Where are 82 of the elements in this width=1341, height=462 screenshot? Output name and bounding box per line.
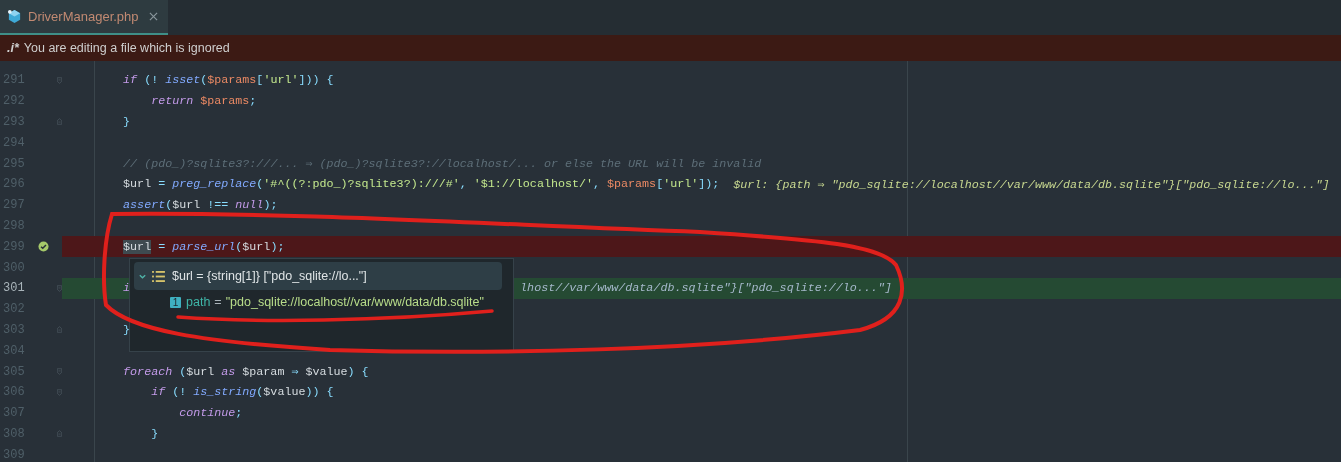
code-punctuation: [ (256, 73, 264, 88)
code-punctuation: , (593, 177, 600, 192)
code-punctuation: ( (256, 385, 264, 400)
function-name: preg_replace (172, 177, 257, 192)
keyword: null (235, 198, 264, 213)
keyword: return (151, 94, 194, 109)
code-punctuation: = (158, 239, 166, 254)
code-punctuation: ); (270, 239, 285, 254)
equals-sign: = (214, 295, 222, 309)
list-icon (152, 270, 165, 282)
close-icon[interactable] (148, 12, 158, 21)
code-punctuation: ; (235, 406, 243, 421)
fold-icon[interactable] (57, 386, 62, 398)
code-punctuation: { (361, 364, 369, 379)
variable-name: $url (172, 198, 201, 213)
code-punctuation: ); (263, 198, 278, 213)
code-punctuation: = (158, 177, 166, 192)
code-punctuation: } (151, 426, 159, 441)
code-punctuation: { (326, 73, 334, 88)
fold-icon[interactable] (57, 282, 62, 294)
keyword: if (151, 385, 166, 400)
keyword: if (123, 73, 138, 88)
keyword: i (123, 281, 131, 296)
code-punctuation: ( (200, 73, 208, 88)
line-number: 301 (2, 281, 26, 296)
variable-row[interactable]: $url = {string[1]} ["pdo_sqlite://lo..."] (134, 262, 502, 290)
code-punctuation: !== (207, 198, 229, 213)
code-punctuation: } (123, 322, 131, 337)
code-punctuation: { (326, 385, 334, 400)
code-punctuation: ])) (298, 73, 320, 88)
index-badge: 1 (170, 296, 181, 308)
code-punctuation: } (123, 115, 131, 129)
variable-name: $params (207, 73, 257, 88)
variable-name: $url (186, 364, 215, 379)
fold-icon[interactable] (57, 74, 62, 86)
variable-name: $param (242, 364, 285, 379)
code-punctuation: ( (165, 198, 173, 213)
keyword: continue (179, 406, 236, 421)
variable-name: $value (305, 364, 348, 379)
function-name: parse_url (172, 239, 236, 254)
function-name: isset (165, 73, 201, 88)
code-punctuation: ( (256, 177, 264, 192)
keyword: as (221, 364, 236, 379)
code-punctuation: ]); (698, 177, 720, 192)
fold-icon[interactable] (57, 366, 62, 378)
cube-icon (7, 9, 22, 24)
code-punctuation: , (459, 177, 467, 192)
string-literal: '$1://localhost/' (473, 177, 593, 192)
variable-name: $url (242, 239, 271, 254)
code-punctuation: ( (235, 239, 243, 254)
string-literal: 'url' (263, 73, 299, 88)
warning-text: You are editing a file which is ignored (23, 41, 230, 55)
variable-name: $value (263, 385, 306, 400)
code-punctuation: ) (347, 364, 355, 379)
inline-value-hint: $url: {path ⇒ "pdo_sqlite://localhost//var/www/data/db.sqlite"}["pdo_sqlite://lo..."] (733, 176, 1330, 192)
inline-value-hint: lhost//var/www/data/db.sqlite"}["pdo_sqlite://lo..."] (520, 281, 892, 296)
code-comment: // (pdo_)?sqlite3?:///... ⇒ (pdo_)?sqlite3?://localhost/... or else the URL will be invalid (123, 156, 762, 172)
code-punctuation: )) (305, 385, 320, 400)
string-literal: '#^((?:pdo_)?sqlite3?):///#' (263, 177, 460, 192)
code-punctuation: ; (249, 94, 257, 109)
ignored-file-label: .i* (7, 41, 19, 55)
field-name: path (186, 295, 211, 309)
string-value: "pdo_sqlite://localhost//var/www/data/db.sqlite" (225, 295, 484, 309)
unfold-icon[interactable] (57, 324, 62, 336)
variable-name: $params (607, 177, 657, 192)
code-punctuation: ( (179, 364, 187, 379)
code-punctuation: (! (144, 73, 159, 88)
file-tab[interactable]: DriverManager.php (0, 0, 168, 35)
variable-value: $url = {string[1]} ["pdo_sqlite://lo..."] (172, 269, 367, 283)
function-name: is_string (193, 385, 257, 400)
function-name: assert (123, 198, 166, 213)
variable-name: $url (123, 239, 152, 254)
keyword: foreach (123, 364, 173, 379)
code-punctuation: (! (172, 385, 187, 400)
check-icon[interactable] (38, 241, 49, 253)
variable-name: $params (200, 94, 250, 109)
code-punctuation: [ (656, 177, 664, 192)
string-literal: 'url' (663, 177, 699, 192)
unfold-icon[interactable] (57, 428, 62, 440)
code-punctuation: ⇒ (291, 364, 299, 380)
variable-name: $url (123, 177, 152, 192)
unfold-icon[interactable] (57, 116, 62, 128)
